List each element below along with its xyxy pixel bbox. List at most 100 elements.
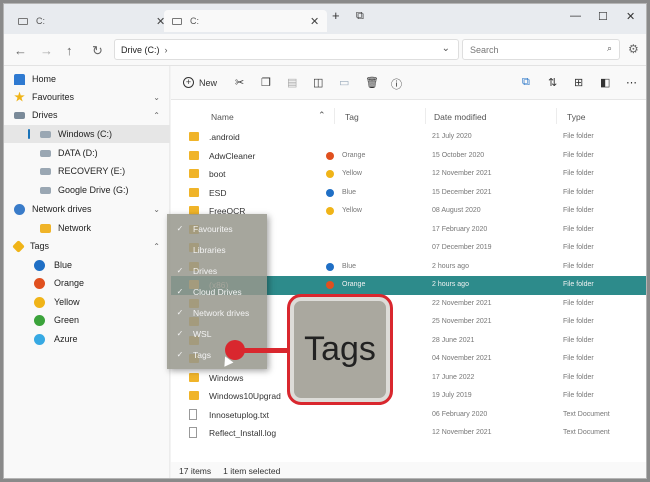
sidebar-item-drives[interactable]: Drives ⌃ <box>4 106 170 124</box>
table-row[interactable]: Windows 17 June 2022 File folder <box>171 369 646 388</box>
row-name: Windows10Upgrad <box>209 391 281 401</box>
duplicate-tab-icon[interactable]: ⧉ <box>356 10 364 23</box>
tag-color-dot <box>34 277 45 289</box>
new-button[interactable]: + New <box>183 77 217 88</box>
file-explorer-window: C: ✕ C: ✕ + ⧉ — ☐ ✕ ← → ↑ ↻ Drive (C:) ›… <box>3 3 647 479</box>
sidebar-item-network-drives[interactable]: Network drives ⌄ <box>4 200 170 218</box>
table-row[interactable]: ESD Blue 15 December 2021 File folder <box>171 184 646 203</box>
table-row[interactable]: boot Yellow 12 November 2021 File folder <box>171 165 646 184</box>
command-bar: + New ✂ ❐ ▤ ◫ ▭ 🗑 ⓘ ⧉ ⇅ ⊞ ◧ ⋯ <box>171 66 646 100</box>
paste-icon[interactable]: ▤ <box>287 76 297 89</box>
properties-icon[interactable]: ⓘ <box>391 76 402 92</box>
row-date: 2 hours ago <box>432 262 469 270</box>
globe-icon <box>14 203 25 215</box>
new-tab-icon[interactable]: + <box>332 8 340 23</box>
address-input[interactable]: Drive (C:) › ⌄ <box>114 39 459 60</box>
row-type: Text Document <box>563 429 610 436</box>
sidebar-item-recovery-e[interactable]: RECOVERY (E:) <box>4 162 170 180</box>
context-menu-item[interactable]: ✓ WSL <box>167 323 267 344</box>
refresh-icon[interactable]: ↻ <box>92 43 103 59</box>
tab-bar: C: ✕ C: ✕ + ⧉ — ☐ ✕ <box>4 4 646 34</box>
sidebar-item-data-d[interactable]: DATA (D:) <box>4 144 170 162</box>
row-tag: Yellow <box>342 170 362 177</box>
chevron-down-icon[interactable]: ⌄ <box>153 205 160 214</box>
row-type: File folder <box>563 373 594 381</box>
row-name: ESD <box>209 187 227 198</box>
drive-icon <box>40 149 51 157</box>
row-type: File folder <box>563 225 594 233</box>
back-icon[interactable]: ← <box>14 43 27 58</box>
cut-icon[interactable]: ✂ <box>235 76 244 89</box>
context-menu-item[interactable]: ✓ Drives <box>167 260 267 281</box>
gear-icon[interactable]: ⚙ <box>628 42 639 56</box>
drive-icon <box>40 186 51 194</box>
layout-icon[interactable]: ⧉ <box>522 76 530 89</box>
forward-icon[interactable]: → <box>40 43 53 58</box>
column-divider[interactable] <box>425 108 426 124</box>
row-date: 12 November 2021 <box>432 170 492 177</box>
row-date: 04 November 2021 <box>432 355 492 362</box>
column-divider[interactable] <box>334 108 335 124</box>
maximize-icon[interactable]: ☐ <box>598 10 608 23</box>
sidebar-item-favourites[interactable]: Favourites ⌄ <box>4 88 170 106</box>
row-date: 19 July 2019 <box>432 392 472 399</box>
sidebar-item-windows-c[interactable]: Windows (C:) <box>4 125 170 143</box>
preview-pane-icon[interactable]: ◧ <box>600 76 610 89</box>
delete-icon[interactable]: 🗑 <box>365 76 379 89</box>
chevron-right-icon[interactable]: › <box>165 45 168 55</box>
sidebar-tag-blue[interactable]: Blue <box>4 256 170 274</box>
row-tag: Yellow <box>342 207 362 214</box>
context-menu-item[interactable]: Libraries <box>167 239 267 260</box>
table-row[interactable]: Innosetuplog.txt 06 February 2020 Text Doc… <box>171 406 646 425</box>
sidebar-tag-orange[interactable]: Orange <box>4 274 170 292</box>
group-icon[interactable]: ⊞ <box>574 76 583 89</box>
table-row[interactable]: .android 21 July 2020 File folder <box>171 128 646 147</box>
column-header-date[interactable]: Date modified <box>434 112 486 122</box>
sidebar-tag-azure[interactable]: Azure <box>4 330 170 348</box>
sidebar-item-label: Azure <box>54 334 78 344</box>
share-icon[interactable]: ▭ <box>339 76 349 89</box>
row-name: boot <box>209 169 226 179</box>
table-row[interactable]: Windows10Upgrad 19 July 2019 File folder <box>171 387 646 406</box>
tab-2[interactable]: C: ✕ <box>164 10 328 32</box>
tab-1[interactable]: C: ✕ <box>10 10 173 32</box>
context-menu-item[interactable]: ✓ Favourites <box>167 218 267 239</box>
folder-icon <box>40 223 51 233</box>
chevron-up-icon[interactable]: ⌃ <box>318 110 326 121</box>
up-icon[interactable]: ↑ <box>66 43 73 58</box>
minimize-icon[interactable]: — <box>570 10 581 22</box>
chevron-up-icon[interactable]: ⌃ <box>153 242 160 251</box>
column-divider[interactable] <box>556 108 557 124</box>
chevron-down-icon[interactable]: ⌄ <box>153 93 160 102</box>
column-header-type[interactable]: Type <box>567 112 585 122</box>
close-icon[interactable]: ✕ <box>310 15 319 28</box>
sidebar-item-google-drive-g[interactable]: Google Drive (G:) <box>4 181 170 199</box>
folder-icon <box>189 132 199 141</box>
sidebar-item-tags[interactable]: Tags ⌃ <box>4 237 170 255</box>
rename-icon[interactable]: ◫ <box>313 76 323 89</box>
table-row[interactable]: Reflect_Install.log 12 November 2021 Text … <box>171 424 646 443</box>
column-header-tag[interactable]: Tag <box>345 112 359 122</box>
sidebar-item-label: Drives <box>32 110 58 120</box>
table-row[interactable]: AdwCleaner Orange 15 October 2020 File fold… <box>171 147 646 166</box>
context-menu-item[interactable]: ✓ Cloud Drives <box>167 281 267 302</box>
sidebar-item-network[interactable]: Network <box>4 219 170 237</box>
context-menu-label: Drives <box>193 265 218 276</box>
sidebar-item-label: RECOVERY (E:) <box>58 166 126 176</box>
close-window-icon[interactable]: ✕ <box>626 10 635 23</box>
search-input[interactable]: Search ⌕ <box>462 39 620 60</box>
sidebar-tag-yellow[interactable]: Yellow <box>4 293 170 311</box>
sidebar-item-home[interactable]: Home <box>4 70 170 88</box>
chevron-down-icon[interactable]: ⌄ <box>442 43 450 54</box>
address-bar-row: ← → ↑ ↻ Drive (C:) › ⌄ Search ⌕ ⚙ <box>4 34 646 66</box>
column-header-name[interactable]: Name <box>211 112 234 122</box>
sidebar-tag-green[interactable]: Green <box>4 311 170 329</box>
context-menu-item[interactable]: ✓ Network drives <box>167 302 267 323</box>
chevron-up-icon[interactable]: ⌃ <box>153 111 160 120</box>
sort-icon[interactable]: ⇅ <box>548 76 557 89</box>
copy-icon[interactable]: ❐ <box>261 76 271 89</box>
more-options-icon[interactable]: ⋯ <box>626 76 637 89</box>
drive-icon <box>40 130 51 138</box>
row-type: File folder <box>563 355 594 362</box>
callout-tags-magnifier: Tags <box>287 294 393 405</box>
